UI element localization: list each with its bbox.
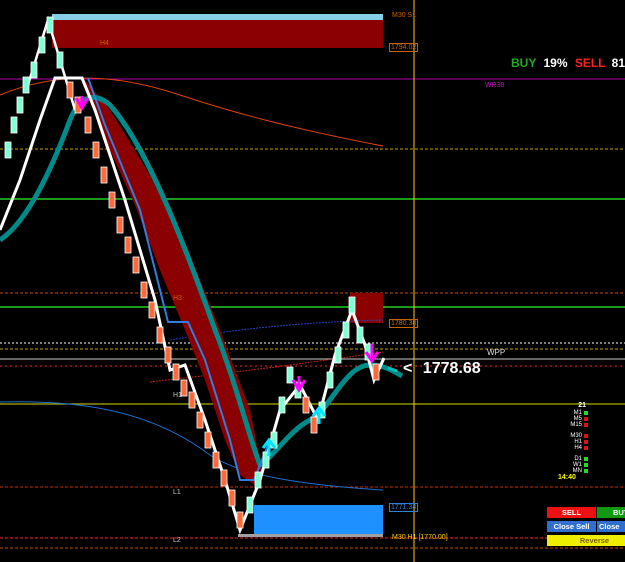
candlestick bbox=[356, 326, 364, 344]
candlestick bbox=[84, 116, 92, 134]
h3-label: H3 bbox=[173, 295, 182, 302]
timeframe-count: 21 bbox=[578, 402, 586, 409]
current-price: < 1778.68 bbox=[403, 360, 481, 378]
timeframe-row: H4 bbox=[558, 445, 588, 451]
candlestick bbox=[220, 469, 228, 487]
wr-label: WR38 bbox=[485, 82, 505, 89]
candlestick bbox=[188, 391, 196, 409]
timeframe-label: M15 bbox=[570, 422, 582, 428]
candlestick bbox=[196, 411, 204, 429]
buy-label: BUY bbox=[511, 56, 537, 70]
candlestick bbox=[236, 511, 244, 529]
candlestick bbox=[124, 236, 132, 254]
sell-button[interactable]: SELL bbox=[547, 507, 596, 518]
price-value: 1778.68 bbox=[422, 360, 481, 377]
price-arrow: < bbox=[403, 360, 413, 377]
candlestick bbox=[148, 301, 156, 319]
timeframe-status-icon bbox=[584, 457, 588, 461]
timeframe-status-icon bbox=[584, 440, 588, 444]
close-buy-button[interactable]: Close bbox=[597, 521, 625, 532]
candlestick bbox=[132, 256, 140, 274]
l1-label: L1 bbox=[173, 489, 181, 496]
timeframe-label: H4 bbox=[574, 445, 582, 451]
timeframe-time: 14:40 bbox=[558, 474, 576, 481]
buy-percent: 19% bbox=[543, 56, 568, 70]
candlestick bbox=[116, 216, 124, 234]
timeframe-status-icon bbox=[584, 446, 588, 450]
sell-percent: 81 bbox=[611, 56, 625, 70]
h3-box-price: 1780.38 bbox=[389, 319, 419, 328]
candlestick bbox=[38, 36, 46, 54]
candlestick bbox=[204, 431, 212, 449]
timeframe-status-icon bbox=[584, 463, 588, 467]
candlestick bbox=[372, 363, 380, 381]
timeframe-status-icon bbox=[584, 469, 588, 473]
candlestick bbox=[278, 396, 286, 414]
wpp-label: WPP bbox=[487, 348, 506, 357]
demand-zone-bottom bbox=[254, 505, 383, 534]
supply-zone-top bbox=[52, 14, 383, 20]
m30-top-label: M30 S1 bbox=[392, 12, 417, 19]
candlestick bbox=[4, 141, 12, 159]
candlestick bbox=[22, 76, 30, 94]
candlestick bbox=[46, 16, 54, 34]
candlestick bbox=[108, 191, 116, 209]
candlestick bbox=[302, 396, 310, 414]
reverse-button[interactable]: Reverse bbox=[547, 535, 625, 546]
candlestick bbox=[342, 321, 350, 339]
timeframe-status-icon bbox=[584, 411, 588, 415]
candlestick bbox=[140, 281, 148, 299]
h4-label: H4 bbox=[100, 40, 109, 47]
candlestick bbox=[30, 61, 38, 79]
timeframe-panel: 21 M1 M5 M15 M30 H1 H4 D1 W1 MN 14:40 bbox=[558, 402, 588, 481]
timeframe-list: M1 M5 M15 M30 H1 H4 D1 W1 MN bbox=[558, 410, 588, 474]
sell-label: SELL bbox=[574, 56, 606, 70]
candlestick bbox=[10, 116, 18, 134]
candlestick bbox=[156, 326, 164, 344]
timeframe-row: M15 bbox=[558, 422, 588, 428]
candlestick bbox=[100, 166, 108, 184]
candlestick bbox=[172, 363, 180, 381]
candlestick bbox=[326, 371, 334, 389]
candlestick bbox=[310, 416, 318, 434]
l2-label: L2 bbox=[173, 537, 181, 544]
close-sell-button[interactable]: Close Sell bbox=[547, 521, 596, 532]
timeframe-status-icon bbox=[584, 417, 588, 421]
m30-bottom-label: M30 H1 [1770.00] bbox=[392, 534, 448, 541]
price-chart[interactable] bbox=[0, 0, 625, 562]
candlestick bbox=[254, 471, 262, 489]
timeframe-status-icon bbox=[584, 423, 588, 427]
h4-box-price: 1794.02 bbox=[389, 43, 419, 52]
buy-button[interactable]: BUY bbox=[597, 507, 625, 518]
demand-zone-bottom-edge bbox=[238, 534, 383, 537]
candlestick bbox=[212, 451, 220, 469]
candlestick bbox=[66, 81, 74, 99]
candlestick bbox=[56, 51, 64, 69]
candlestick bbox=[92, 141, 100, 159]
candlestick bbox=[16, 96, 24, 114]
timeframe-status-icon bbox=[584, 434, 588, 438]
candlestick bbox=[334, 346, 342, 364]
candlestick bbox=[348, 296, 356, 314]
candlestick bbox=[246, 496, 254, 514]
l1-box-price: 1771.34 bbox=[389, 503, 419, 512]
h1-label: H1 bbox=[173, 392, 182, 399]
candlestick bbox=[228, 489, 236, 507]
sentiment-indicator: BUY 19% SELL 81 bbox=[511, 56, 625, 70]
candlestick bbox=[164, 346, 172, 364]
ma-red-slow bbox=[0, 77, 384, 147]
